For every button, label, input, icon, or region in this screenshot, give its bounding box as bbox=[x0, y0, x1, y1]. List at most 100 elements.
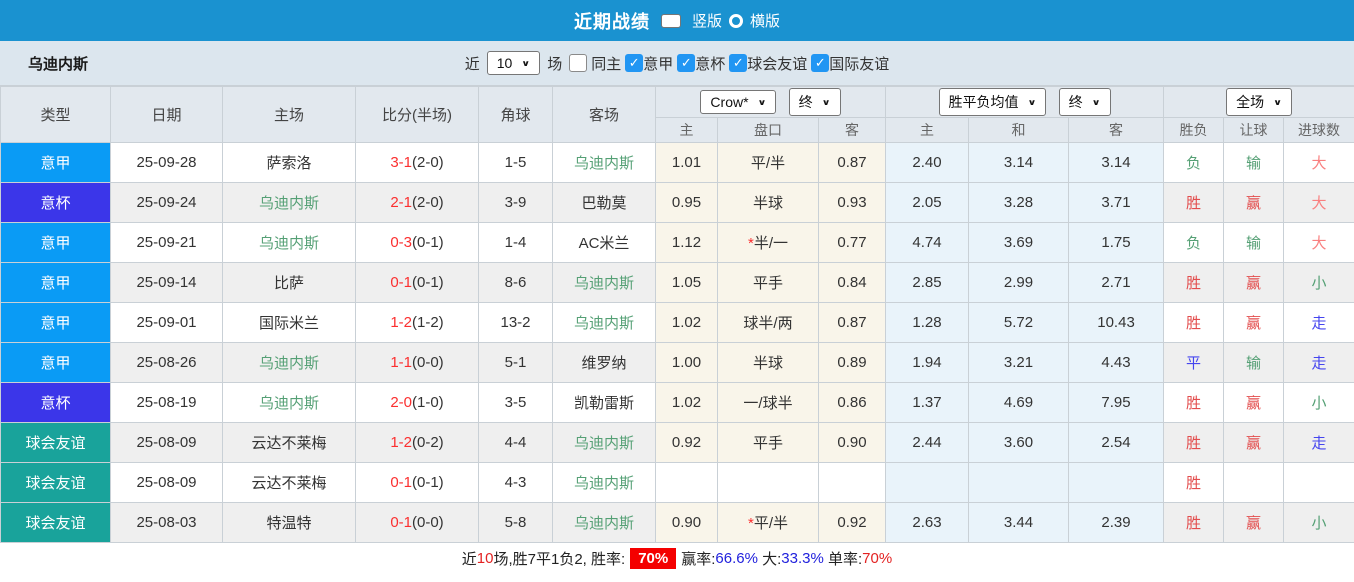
odds-away: 0.89 bbox=[817, 342, 887, 383]
result-cell: 胜 bbox=[1163, 382, 1225, 423]
away-team-name: 乌迪内斯 bbox=[573, 515, 634, 532]
home-team: 国际米兰 bbox=[222, 302, 356, 343]
filter-checkbox-group: 同主 ✓ 意甲 ✓ 意杯 ✓ 球会友谊 ✓ 国际友谊 bbox=[565, 53, 889, 74]
handicap-cell: 球半/两 bbox=[717, 302, 819, 343]
odds-company-value: Crow* bbox=[710, 94, 749, 110]
away-team: 乌迪内斯 bbox=[552, 502, 656, 543]
home-team-name: 乌迪内斯 bbox=[258, 235, 319, 252]
home-team-name: 乌迪内斯 bbox=[258, 355, 319, 372]
score-cell: 0-1(0-0) bbox=[355, 502, 479, 543]
odds-time-select[interactable]: 终 ∨ bbox=[788, 88, 841, 116]
avg-select-cell: 胜平负均值 ∨ 终 ∨ bbox=[885, 86, 1165, 118]
chevron-down-icon: ∨ bbox=[821, 97, 831, 107]
odds-away: 0.87 bbox=[817, 302, 887, 343]
filter-controls: 近 10 ∨ 场 同主 ✓ 意甲 ✓ 意杯 ✓ 球会友谊 ✓ 国际友谊 bbox=[465, 51, 889, 75]
odds-home bbox=[655, 462, 718, 503]
match-date: 25-08-03 bbox=[110, 502, 223, 543]
avg-home: 2.44 bbox=[885, 422, 970, 463]
avg-home bbox=[885, 462, 970, 503]
away-team: 乌迪内斯 bbox=[552, 262, 656, 303]
home-team: 乌迪内斯 bbox=[222, 382, 356, 423]
checkbox-label-球会友谊[interactable]: 球会友谊 bbox=[747, 53, 807, 74]
checkbox-label-意甲[interactable]: 意甲 bbox=[643, 53, 673, 74]
checkbox-意杯[interactable]: ✓ bbox=[677, 54, 696, 72]
handicap-text: 平手 bbox=[752, 275, 783, 292]
subheader-avg-home: 主 bbox=[885, 117, 970, 143]
match-row: 意杯 25-09-24 乌迪内斯 2-1(2-0) 3-9 巴勒莫 0.95 半球 0.93 2.… bbox=[0, 182, 1354, 223]
checkbox-球会友谊[interactable]: ✓ bbox=[729, 54, 748, 72]
handicap-text: 半球 bbox=[752, 355, 783, 372]
avg-draw: 3.14 bbox=[968, 142, 1070, 183]
scope-select[interactable]: 全场 ∨ bbox=[1226, 88, 1293, 116]
away-team-name: AC米兰 bbox=[578, 235, 630, 252]
summary-segment: 大: bbox=[757, 550, 782, 568]
corners-cell: 5-1 bbox=[478, 342, 553, 383]
radio-vertical-label[interactable]: 竖版 bbox=[692, 10, 722, 31]
radio-vertical[interactable] bbox=[660, 13, 681, 28]
checkbox-同主[interactable] bbox=[569, 54, 588, 72]
half-score: (2-0) bbox=[412, 154, 444, 171]
away-team: AC米兰 bbox=[552, 222, 656, 263]
league-badge: 球会友谊 bbox=[0, 422, 111, 463]
home-team-name: 乌迪内斯 bbox=[258, 395, 319, 412]
match-date: 25-09-28 bbox=[110, 142, 223, 183]
odds-home: 1.05 bbox=[655, 262, 718, 303]
odds-company-select[interactable]: Crow* ∨ bbox=[700, 90, 777, 114]
odds-away: 0.86 bbox=[817, 382, 887, 423]
chevron-down-icon: ∨ bbox=[521, 58, 531, 68]
odds-time-value: 终 bbox=[798, 94, 813, 110]
checkbox-label-同主[interactable]: 同主 bbox=[591, 53, 621, 74]
home-team: 特温特 bbox=[222, 502, 356, 543]
summary-segment: 近 bbox=[461, 550, 477, 568]
full-score: 1-1 bbox=[390, 354, 412, 371]
avg-away: 7.95 bbox=[1068, 382, 1165, 423]
score-cell: 2-0(1-0) bbox=[355, 382, 479, 423]
avg-home: 1.37 bbox=[885, 382, 970, 423]
header-away: 客场 bbox=[552, 86, 656, 143]
goals-cell: 大 bbox=[1283, 222, 1354, 263]
handicap-result-cell: 赢 bbox=[1223, 382, 1285, 423]
full-score: 0-1 bbox=[390, 274, 412, 291]
odds-away bbox=[817, 462, 887, 503]
handicap-text: 一/球半 bbox=[743, 395, 793, 412]
header-score: 比分(半场) bbox=[355, 86, 479, 143]
odds-home: 0.95 bbox=[655, 182, 718, 223]
odds-home: 1.02 bbox=[655, 302, 718, 343]
avg-away: 1.75 bbox=[1068, 222, 1165, 263]
checkbox-label-国际友谊[interactable]: 国际友谊 bbox=[829, 53, 889, 74]
avg-time-value: 终 bbox=[1068, 94, 1083, 110]
half-score: (0-2) bbox=[412, 434, 444, 451]
checkbox-国际友谊[interactable]: ✓ bbox=[811, 54, 830, 72]
radio-horizontal-label[interactable]: 横版 bbox=[750, 10, 780, 31]
radio-horizontal[interactable] bbox=[729, 13, 743, 28]
scope-select-cell: 全场 ∨ bbox=[1163, 86, 1354, 118]
avg-draw: 3.44 bbox=[968, 502, 1070, 543]
avg-time-select[interactable]: 终 ∨ bbox=[1058, 88, 1111, 116]
team-name: 乌迪内斯 bbox=[28, 55, 89, 73]
half-score: (1-2) bbox=[412, 314, 444, 331]
full-score: 1-2 bbox=[390, 434, 412, 451]
match-row: 意甲 25-09-14 比萨 0-1(0-1) 8-6 乌迪内斯 1.05 平手 0.84 2.8… bbox=[0, 262, 1354, 303]
match-row: 意甲 25-08-26 乌迪内斯 1-1(0-0) 5-1 维罗纳 1.00 半球 0.89 1.… bbox=[0, 342, 1354, 383]
half-score: (0-1) bbox=[412, 234, 444, 251]
avg-type-select[interactable]: 胜平负均值 ∨ bbox=[938, 88, 1047, 116]
checkbox-意甲[interactable]: ✓ bbox=[625, 54, 644, 72]
handicap-result-cell: 赢 bbox=[1223, 502, 1285, 543]
handicap-cell: 半球 bbox=[717, 182, 819, 223]
matches-count-select[interactable]: 10 ∨ bbox=[486, 51, 541, 75]
full-score: 0-1 bbox=[390, 514, 412, 531]
checkbox-label-意杯[interactable]: 意杯 bbox=[695, 53, 725, 74]
avg-home: 2.05 bbox=[885, 182, 970, 223]
handicap-cell: 一/球半 bbox=[717, 382, 819, 423]
half-score: (1-0) bbox=[412, 394, 444, 411]
home-team: 萨索洛 bbox=[222, 142, 356, 183]
summary-segment: 赢率: bbox=[681, 550, 716, 568]
match-date: 25-08-09 bbox=[110, 462, 223, 503]
corners-cell: 3-5 bbox=[478, 382, 553, 423]
goals-cell: 走 bbox=[1283, 422, 1354, 463]
league-badge: 意甲 bbox=[0, 302, 111, 343]
title-bar: 近期战绩 竖版 横版 bbox=[0, 0, 1354, 41]
header-home: 主场 bbox=[222, 86, 356, 143]
half-score: (0-1) bbox=[412, 474, 444, 491]
away-team: 维罗纳 bbox=[552, 342, 656, 383]
